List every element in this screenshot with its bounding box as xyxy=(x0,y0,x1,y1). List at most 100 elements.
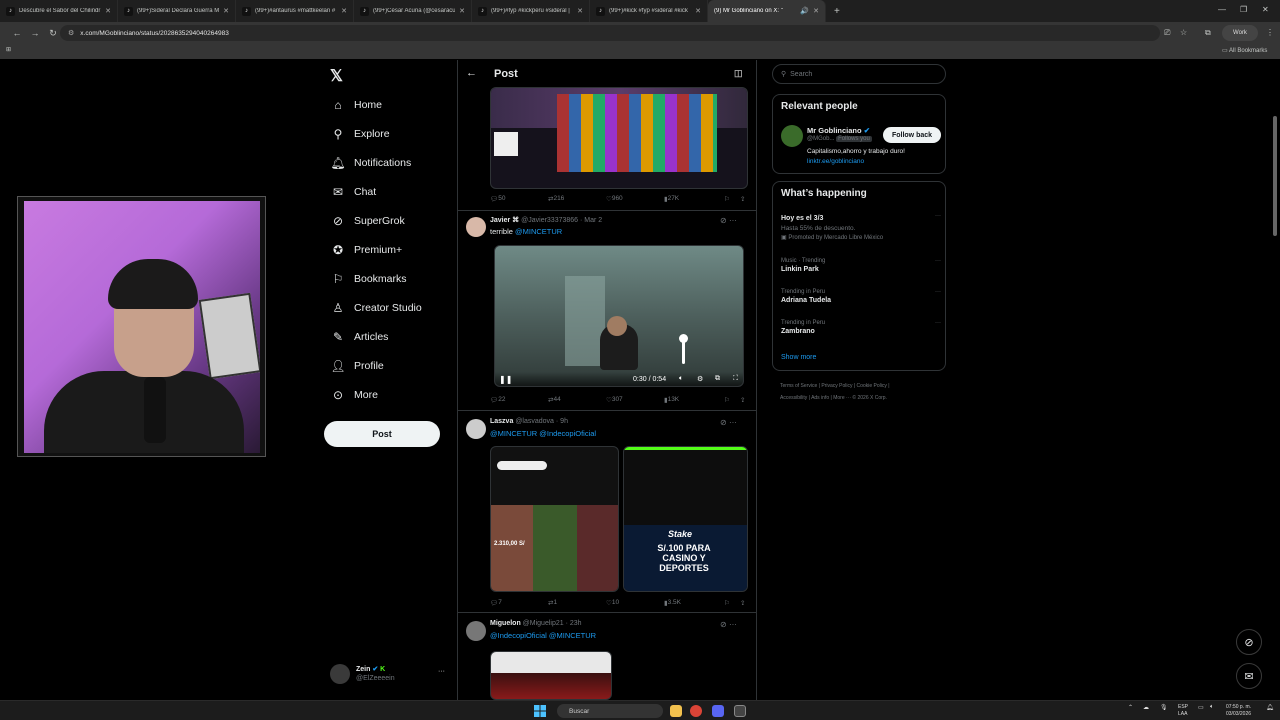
discord-icon[interactable] xyxy=(712,705,724,717)
network-icon[interactable]: ☁ xyxy=(1143,704,1149,711)
profile-badge[interactable]: Work xyxy=(1222,25,1258,41)
language-indicator[interactable]: ESP LAA xyxy=(1178,704,1188,718)
forward-icon[interactable]: → xyxy=(28,28,42,38)
close-tab-icon[interactable]: ✕ xyxy=(105,7,111,15)
nav-creator-studio[interactable]: ♙ Creator Studio xyxy=(331,297,422,319)
nav-premium[interactable]: ✪ Premium+ xyxy=(331,239,402,261)
back-arrow-icon[interactable]: ← xyxy=(466,67,477,79)
chrome-active-icon[interactable] xyxy=(734,705,746,717)
pip-icon[interactable]: ⧉ xyxy=(715,375,720,383)
volume-slider-handle[interactable] xyxy=(679,334,688,343)
nav-home[interactable]: ⌂ Home xyxy=(331,94,382,116)
page-scrollbar[interactable] xyxy=(1270,60,1280,700)
browser-tab[interactable]: ♪ (99+)César Acuña (@cesaracu ✕ xyxy=(354,0,472,22)
grok-icon[interactable]: ⊘ xyxy=(720,216,727,225)
bookmark-button[interactable]: ⚐ xyxy=(724,599,730,607)
post-button[interactable]: Post xyxy=(324,421,440,447)
taskbar-search[interactable]: Buscar xyxy=(557,704,663,718)
nav-bookmarks[interactable]: ⚐ Bookmarks xyxy=(331,268,407,290)
avatar[interactable] xyxy=(466,419,486,439)
more-dots-icon[interactable]: ··· xyxy=(935,258,941,264)
tweet-image-right[interactable]: Stake S/.100 PARA CASINO Y DEPORTES xyxy=(623,446,748,592)
reply-button[interactable]: 💬︎ 50 xyxy=(490,195,506,203)
url-field[interactable]: ⚙ x.com/MGoblinciano/status/202863529404… xyxy=(60,25,1160,41)
tweet-image[interactable] xyxy=(490,87,748,189)
like-button[interactable]: ♡ 10 xyxy=(606,599,619,607)
close-tab-icon[interactable]: ✕ xyxy=(223,7,229,15)
account-switcher[interactable]: Zein ✔ K @ElZeeeein ··· xyxy=(330,664,450,686)
tweet[interactable]: 💬︎ 50 ⇄ 216 ♡ 960 ▮ 27K ⚐ ⇪ xyxy=(458,87,756,211)
clock[interactable]: 07:50 p. m. 03/03/2026 xyxy=(1226,704,1251,718)
views-button[interactable]: ▮ 27K xyxy=(664,195,679,203)
like-button[interactable]: ♡ 960 xyxy=(606,195,623,203)
mic-icon[interactable]: 🎙︎ xyxy=(1160,704,1168,711)
browser-tab[interactable]: ♪ (99+)Sideral Declara Guerra M ✕ xyxy=(118,0,236,22)
x-logo-icon[interactable]: 𝕏 xyxy=(330,66,343,86)
minimize-icon[interactable]: — xyxy=(1218,5,1226,14)
reload-icon[interactable]: ↻ xyxy=(46,28,60,39)
trend-item[interactable]: Trending in Peru Zambrano ··· xyxy=(781,320,941,335)
person-name[interactable]: Mr Goblinciano ✔ xyxy=(807,126,870,135)
more-dots-icon[interactable]: ··· xyxy=(438,668,445,675)
share-button[interactable]: ⇪ xyxy=(740,195,745,203)
more-dots-icon[interactable]: ··· xyxy=(935,289,941,295)
tweet[interactable]: Laszva @lasvadova · 9h ⊘ ··· @MINCETUR @… xyxy=(458,413,756,613)
retweet-button[interactable]: ⇄ 44 xyxy=(548,396,561,404)
windows-start-icon[interactable] xyxy=(534,705,546,717)
trend-item[interactable]: Trending in Peru Adriana Tudela ··· xyxy=(781,289,941,304)
nav-profile[interactable]: 👤︎ Profile xyxy=(330,355,383,377)
retweet-button[interactable]: ⇄ 1 xyxy=(548,599,557,607)
like-button[interactable]: ♡ 307 xyxy=(606,396,623,404)
close-window-icon[interactable]: ✕ xyxy=(1262,5,1269,14)
menu-icon[interactable]: ⋮ xyxy=(1266,28,1274,37)
display-icon[interactable]: ▭ xyxy=(1198,704,1204,711)
star-icon[interactable]: ☆ xyxy=(1180,28,1187,37)
share-button[interactable]: ⇪ xyxy=(740,396,745,404)
more-dots-icon[interactable]: ··· xyxy=(935,213,941,219)
search-input[interactable]: ⚲ Search xyxy=(772,64,946,84)
fullscreen-icon[interactable]: ⛶ xyxy=(733,375,738,383)
nav-more[interactable]: ⊙ More xyxy=(331,384,378,406)
close-tab-icon[interactable]: ✕ xyxy=(813,7,819,15)
bookmark-button[interactable]: ⚐ xyxy=(724,195,730,203)
more-dots-icon[interactable]: ··· xyxy=(729,418,737,427)
bio-link[interactable]: linktr.ee/goblinciano xyxy=(807,158,864,165)
all-bookmarks-link[interactable]: ▭ All Bookmarks xyxy=(1222,47,1267,54)
show-more-link[interactable]: Show more xyxy=(781,354,816,361)
browser-tab[interactable]: ♪ (99+)#antaurus #mattkeelan # ✕ xyxy=(236,0,354,22)
scrollbar-thumb[interactable] xyxy=(1273,116,1277,236)
more-dots-icon[interactable]: ··· xyxy=(935,320,941,326)
tweet[interactable]: Miguelon @Miguelip21 · 23h ⊘ ··· @Indeco… xyxy=(458,615,756,700)
bookmark-button[interactable]: ⚐ xyxy=(724,396,730,404)
notifications-icon[interactable]: 🔔︎ xyxy=(1266,704,1274,711)
avatar[interactable] xyxy=(781,125,803,147)
close-tab-icon[interactable]: ✕ xyxy=(577,7,583,15)
close-tab-icon[interactable]: ✕ xyxy=(459,7,465,15)
retweet-button[interactable]: ⇄ 216 xyxy=(548,195,564,203)
avatar[interactable] xyxy=(466,621,486,641)
browser-tab[interactable]: ♪ (99+)#fyp #kickperu #sideral | ✕ xyxy=(472,0,590,22)
more-dots-icon[interactable]: ··· xyxy=(729,216,737,225)
trend-item[interactable]: Hoy es el 3/3 Hasta 55% de descuento. ▣ … xyxy=(781,213,941,241)
browser-tab-active[interactable]: (9) Mr Goblinciano on X: " 🔊 ✕ xyxy=(708,0,826,22)
follow-back-button[interactable]: Follow back xyxy=(883,127,941,143)
close-tab-icon[interactable]: ✕ xyxy=(695,7,701,15)
nav-chat[interactable]: ✉ Chat xyxy=(331,181,376,203)
chrome-icon[interactable] xyxy=(690,705,702,717)
more-dots-icon[interactable]: ··· xyxy=(729,620,737,629)
grok-icon[interactable]: ⊘ xyxy=(720,418,727,427)
volume-icon[interactable]: 🔈︎ xyxy=(679,375,683,383)
trend-item[interactable]: Music · Trending Linkin Park ··· xyxy=(781,258,941,273)
close-tab-icon[interactable]: ✕ xyxy=(341,7,347,15)
nav-articles[interactable]: ✎ Articles xyxy=(331,326,388,348)
reply-button[interactable]: 💬︎ 7 xyxy=(490,599,502,607)
maximize-icon[interactable]: ❐ xyxy=(1240,5,1247,14)
messages-fab[interactable]: ✉ xyxy=(1236,663,1262,689)
settings-icon[interactable]: ⚙ xyxy=(697,375,703,383)
apps-icon[interactable]: ⊞ xyxy=(6,46,11,53)
views-button[interactable]: ▮ 3.5K xyxy=(664,599,681,607)
tray-chevron-icon[interactable]: ⌃ xyxy=(1128,704,1133,711)
grok-icon[interactable]: ⊘ xyxy=(720,620,727,629)
grok-fab[interactable]: ⊘ xyxy=(1236,629,1262,655)
avatar[interactable] xyxy=(466,217,486,237)
